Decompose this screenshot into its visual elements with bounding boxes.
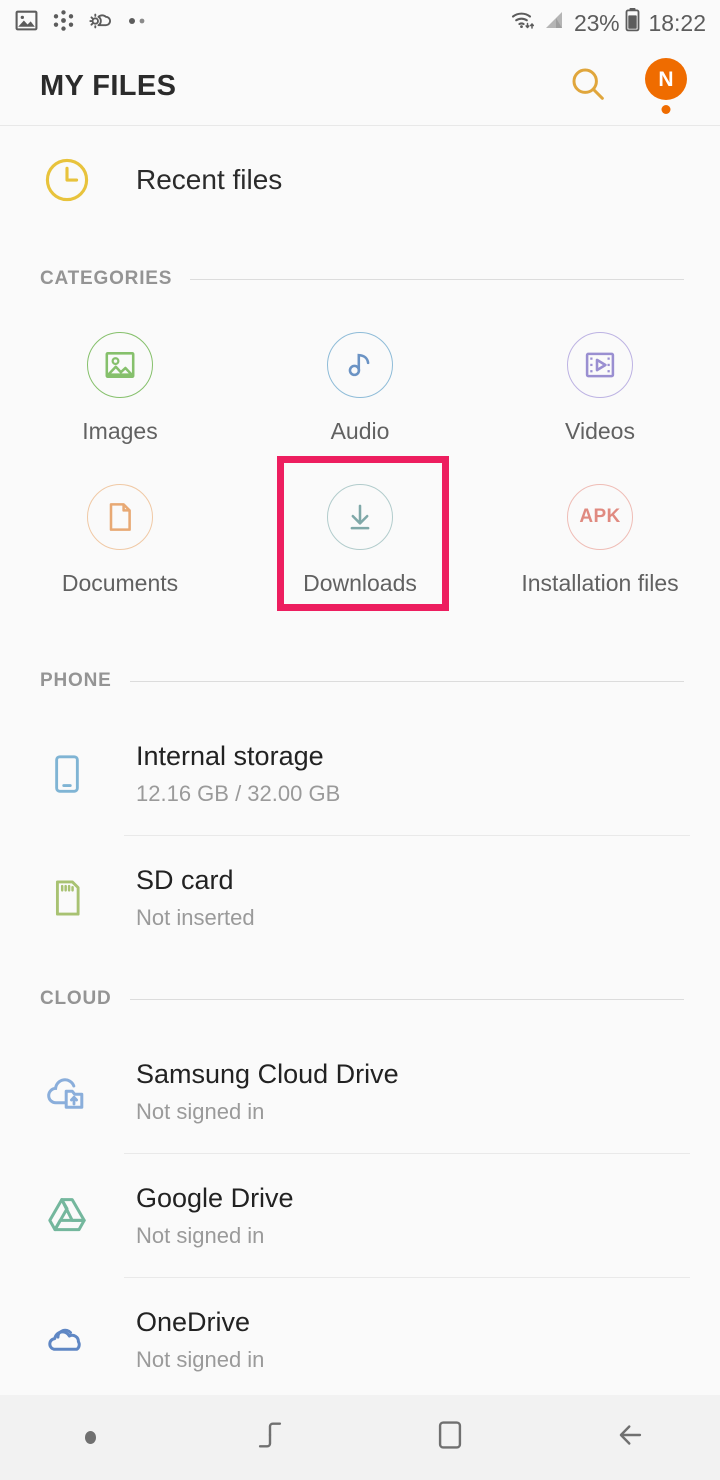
- account-button[interactable]: N: [640, 58, 692, 114]
- search-button[interactable]: [562, 60, 614, 112]
- status-bar-notification-icons: [14, 8, 151, 38]
- category-downloads[interactable]: Downloads: [240, 474, 480, 626]
- my-files-screen: 23% 18:22 MY FILES N Recent files CATEGO…: [0, 0, 720, 1480]
- list-item-internal-storage[interactable]: Internal storage 12.16 GB / 32.00 GB: [0, 712, 720, 836]
- category-audio[interactable]: Audio: [240, 322, 480, 474]
- cloud-section-title: CLOUD: [40, 988, 112, 1009]
- weather-icon: [88, 8, 113, 38]
- wifi-icon: [509, 7, 537, 39]
- avatar: N: [645, 58, 687, 100]
- download-icon: [327, 484, 393, 550]
- category-label: Images: [82, 418, 158, 444]
- list-item-text: Internal storage 12.16 GB / 32.00 GB: [136, 740, 340, 807]
- home-icon: [433, 1418, 467, 1457]
- cloud-section-header: CLOUD: [0, 982, 720, 1016]
- section-divider: [129, 998, 684, 1000]
- category-label: Documents: [61, 570, 179, 596]
- list-item-google-drive[interactable]: Google Drive Not signed in: [0, 1154, 720, 1278]
- list-item-samsung-cloud-drive[interactable]: Samsung Cloud Drive Not signed in: [0, 1030, 720, 1154]
- music-note-icon: [327, 332, 393, 398]
- status-bar-clock: 18:22: [648, 9, 706, 36]
- nav-dot-indicator[interactable]: [0, 1395, 180, 1480]
- category-videos[interactable]: Videos: [480, 322, 720, 474]
- category-documents[interactable]: Documents: [0, 474, 240, 626]
- section-divider: [129, 680, 684, 682]
- bluetooth-share-icon: [51, 8, 76, 38]
- list-item-text: Samsung Cloud Drive Not signed in: [136, 1058, 399, 1125]
- list-item-subtitle: 12.16 GB / 32.00 GB: [136, 781, 341, 807]
- status-bar-system-icons: 23% 18:22: [509, 7, 706, 39]
- sd-card-icon: [40, 875, 94, 921]
- page-title: MY FILES: [40, 69, 177, 102]
- battery-percentage: 23%: [574, 9, 620, 36]
- categories-grid: Images Audio Videos Documents Downloads …: [0, 322, 720, 626]
- categories-section-title: CATEGORIES: [40, 268, 173, 289]
- system-navigation-bar: [0, 1395, 720, 1480]
- status-bar: 23% 18:22: [0, 0, 720, 46]
- nav-recents-button[interactable]: [180, 1395, 360, 1480]
- recent-files-label: Recent files: [136, 164, 283, 195]
- onedrive-icon: [40, 1316, 94, 1364]
- google-drive-icon: [40, 1192, 94, 1240]
- category-label: Audio: [330, 418, 390, 444]
- search-icon: [567, 63, 609, 110]
- nav-home-button[interactable]: [360, 1395, 540, 1480]
- phone-section-title: PHONE: [40, 670, 112, 691]
- list-item-text: SD card Not inserted: [136, 864, 255, 931]
- apk-label: APK: [579, 506, 621, 527]
- recents-icon: [253, 1418, 287, 1457]
- dot-indicator-icon: [84, 1431, 96, 1444]
- section-divider: [190, 278, 684, 280]
- phone-section-header: PHONE: [0, 664, 720, 698]
- list-item-subtitle: Not signed in: [136, 1223, 265, 1249]
- app-bar-actions: N: [562, 58, 692, 114]
- category-installation-files[interactable]: APK Installation files: [480, 474, 720, 626]
- image-icon: [14, 8, 39, 38]
- category-label: Installation files: [521, 570, 679, 596]
- more-notifications-icon: [125, 14, 151, 33]
- list-item-title: SD card: [136, 865, 234, 896]
- list-item-title: Internal storage: [136, 741, 324, 772]
- image-icon: [87, 332, 153, 398]
- back-arrow-icon: [613, 1418, 647, 1457]
- main-content: Recent files CATEGORIES Images Audio Vid…: [0, 126, 720, 1395]
- list-item-onedrive[interactable]: OneDrive Not signed in: [0, 1278, 720, 1395]
- list-item-text: OneDrive Not signed in: [136, 1306, 264, 1373]
- clock-icon: [40, 155, 94, 205]
- apk-icon: APK: [567, 484, 633, 550]
- category-label: Downloads: [303, 570, 417, 596]
- cellular-signal-icon: [542, 8, 566, 38]
- list-item-title: Samsung Cloud Drive: [136, 1059, 399, 1090]
- list-item-title: OneDrive: [136, 1307, 251, 1338]
- phone-storage-list: Internal storage 12.16 GB / 32.00 GB SD …: [0, 712, 720, 960]
- category-images[interactable]: Images: [0, 322, 240, 474]
- list-item-subtitle: Not signed in: [136, 1099, 265, 1125]
- list-item-subtitle: Not signed in: [136, 1347, 265, 1373]
- recent-files-row[interactable]: Recent files: [0, 126, 720, 234]
- list-item-subtitle: Not inserted: [136, 905, 255, 931]
- nav-back-button[interactable]: [540, 1395, 720, 1480]
- cloud-services-list: Samsung Cloud Drive Not signed in Google…: [0, 1030, 720, 1395]
- video-film-icon: [567, 332, 633, 398]
- avatar-notification-dot: [661, 105, 671, 114]
- battery-icon: [624, 7, 641, 39]
- list-item-sd-card[interactable]: SD card Not inserted: [0, 836, 720, 960]
- phone-icon: [40, 751, 94, 797]
- app-bar: MY FILES N: [0, 46, 720, 126]
- categories-section-header: CATEGORIES: [0, 262, 720, 296]
- document-icon: [87, 484, 153, 550]
- list-item-text: Google Drive Not signed in: [136, 1182, 294, 1249]
- category-label: Videos: [565, 418, 635, 444]
- list-item-title: Google Drive: [136, 1183, 294, 1214]
- samsung-cloud-icon: [40, 1068, 94, 1116]
